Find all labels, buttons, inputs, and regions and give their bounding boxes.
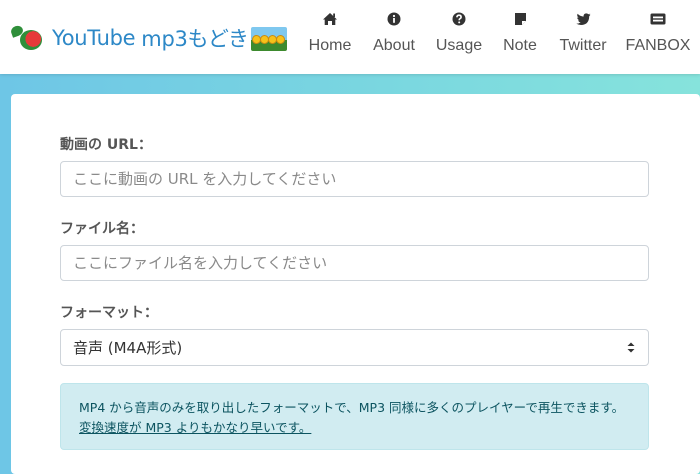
brand-name-part1: YouTube	[52, 26, 136, 50]
home-icon	[322, 8, 338, 30]
format-selected-value: 音声 (M4A形式)	[73, 339, 183, 357]
sunflowers-logo-icon	[250, 27, 287, 51]
select-arrows-icon	[626, 342, 636, 353]
filename-label: ファイル名：	[60, 221, 144, 237]
nav-item-about[interactable]: About	[372, 8, 416, 66]
conversion-speed-link[interactable]: 変換速度が MP3 よりもかなり早いです。	[79, 420, 311, 435]
nav-item-twitter[interactable]: Twitter	[559, 8, 607, 66]
twitter-icon	[575, 8, 591, 30]
format-info-text: MP4 から音声のみを取り出したフォーマットで、MP3 同様に多くのプレイヤーで…	[79, 400, 625, 415]
nav-item-usage[interactable]: Usage	[435, 8, 483, 66]
brand-name-part2: mp3もどき	[141, 27, 249, 51]
note-icon	[514, 8, 527, 30]
url-label: 動画の URL：	[60, 137, 152, 153]
nav-item-home[interactable]: Home	[309, 8, 351, 66]
fanbox-icon	[650, 8, 666, 30]
converter-card: 動画の URL： ファイル名： フォーマット： 音声 (M4A形式) MP4 か…	[11, 94, 700, 474]
watermelon-logo-icon	[9, 24, 50, 52]
info-icon	[387, 8, 401, 30]
brand-link[interactable]: YouTube mp3もどき	[9, 18, 287, 58]
question-icon	[452, 8, 466, 30]
nav-label-twitter: Twitter	[559, 37, 607, 54]
nav-label-fanbox: FANBOX	[625, 37, 691, 54]
nav-label-home: Home	[308, 37, 352, 54]
nav-label-note: Note	[503, 37, 537, 54]
nav-menu: Home About Usage Note Twitter FANBOX	[309, 8, 700, 66]
format-select[interactable]: 音声 (M4A形式)	[60, 329, 649, 366]
url-input[interactable]	[60, 161, 649, 197]
format-info-alert: MP4 から音声のみを取り出したフォーマットで、MP3 同様に多くのプレイヤーで…	[60, 383, 649, 450]
nav-label-usage: Usage	[435, 37, 483, 54]
nav-item-note[interactable]: Note	[502, 8, 538, 66]
nav-label-about: About	[373, 37, 415, 54]
navbar: YouTube mp3もどき Home About Usage Note Twi…	[0, 0, 700, 74]
nav-item-fanbox[interactable]: FANBOX	[625, 8, 691, 66]
format-label: フォーマット：	[60, 305, 158, 321]
filename-input[interactable]	[60, 245, 649, 281]
